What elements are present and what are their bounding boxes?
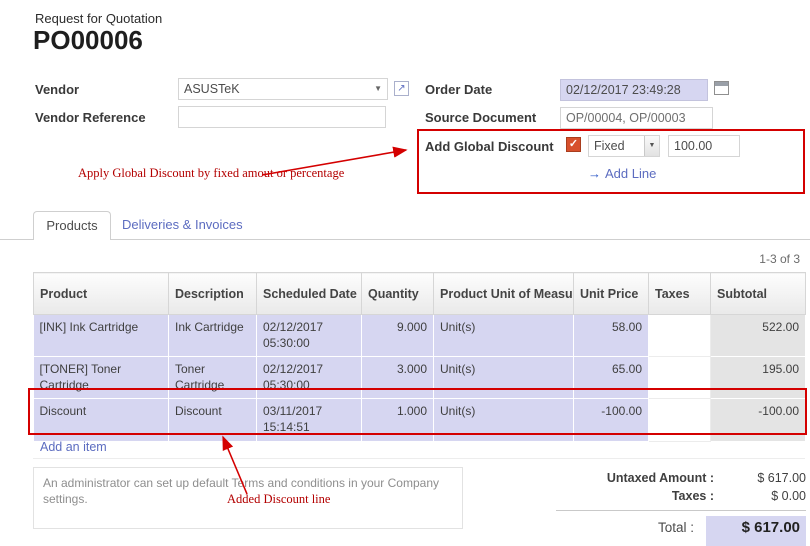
breadcrumb: Request for Quotation	[35, 11, 162, 26]
total-value: $ 617.00	[706, 516, 806, 546]
annotation-note-discount-line: Added Discount line	[227, 492, 330, 507]
tab-deliveries-invoices[interactable]: Deliveries & Invoices	[122, 217, 243, 232]
cell-scheduled-date[interactable]: 02/12/2017 05:30:00	[257, 315, 362, 357]
cell-unit-price[interactable]: 65.00	[574, 357, 649, 399]
untaxed-label: Untaxed Amount :	[556, 471, 726, 485]
col-uom[interactable]: Product Unit of Measure	[434, 273, 574, 315]
totals-panel: Untaxed Amount : $ 617.00 Taxes : $ 0.00…	[556, 471, 806, 546]
cell-taxes[interactable]	[649, 357, 711, 399]
global-discount-checkbox[interactable]	[566, 137, 581, 152]
add-an-item-link[interactable]: Add an item	[33, 436, 805, 459]
cell-scheduled-date[interactable]: 02/12/2017 05:30:00	[257, 357, 362, 399]
vendor-label: Vendor	[35, 82, 79, 97]
cell-unit-price[interactable]: 58.00	[574, 315, 649, 357]
calendar-icon[interactable]	[714, 81, 729, 95]
source-document-input[interactable]: OP/00004, OP/00003	[560, 107, 713, 129]
cell-quantity[interactable]: 1.000	[362, 399, 434, 441]
col-quantity[interactable]: Quantity	[362, 273, 434, 315]
cell-taxes[interactable]	[649, 399, 711, 441]
cell-product[interactable]: [TONER] Toner Cartridge	[34, 357, 169, 399]
cell-description[interactable]: Toner Cartridge	[169, 357, 257, 399]
source-document-label: Source Document	[425, 110, 536, 125]
annotation-note-global-discount: Apply Global Discount by fixed amout or …	[78, 166, 344, 181]
table-row-discount[interactable]: Discount Discount 03/11/2017 15:14:51 1.…	[34, 399, 806, 441]
cell-product[interactable]: Discount	[34, 399, 169, 441]
tabs-divider	[0, 239, 810, 240]
cell-uom[interactable]: Unit(s)	[434, 357, 574, 399]
table-row[interactable]: [INK] Ink Cartridge Ink Cartridge 02/12/…	[34, 315, 806, 357]
cell-unit-price[interactable]: -100.00	[574, 399, 649, 441]
untaxed-value: $ 617.00	[726, 471, 806, 485]
col-subtotal[interactable]: Subtotal	[711, 273, 806, 315]
taxes-value: $ 0.00	[726, 489, 806, 503]
page-title: PO00006	[33, 25, 143, 56]
vendor-value: ASUSTeK	[184, 82, 240, 96]
cell-description[interactable]: Discount	[169, 399, 257, 441]
external-link-icon[interactable]	[394, 81, 409, 96]
total-label: Total :	[556, 520, 706, 535]
col-product[interactable]: Product	[34, 273, 169, 315]
col-scheduled-date[interactable]: Scheduled Date	[257, 273, 362, 315]
vendor-select[interactable]: ASUSTeK ▼	[178, 78, 388, 100]
cell-taxes[interactable]	[649, 315, 711, 357]
table-row[interactable]: [TONER] Toner Cartridge Toner Cartridge …	[34, 357, 806, 399]
taxes-label: Taxes :	[556, 489, 726, 503]
pager: 1-3 of 3	[759, 252, 800, 266]
col-description[interactable]: Description	[169, 273, 257, 315]
cell-scheduled-date[interactable]: 03/11/2017 15:14:51	[257, 399, 362, 441]
global-discount-label: Add Global Discount	[425, 139, 554, 154]
add-line-label: Add Line	[605, 166, 656, 181]
cell-subtotal: -100.00	[711, 399, 806, 441]
discount-type-value: Fixed	[594, 139, 625, 153]
cell-description[interactable]: Ink Cartridge	[169, 315, 257, 357]
totals-divider	[556, 510, 806, 511]
cell-quantity[interactable]: 9.000	[362, 315, 434, 357]
cell-subtotal: 522.00	[711, 315, 806, 357]
cell-uom[interactable]: Unit(s)	[434, 315, 574, 357]
add-line-arrow-icon: →	[588, 166, 601, 181]
order-lines-table: Product Description Scheduled Date Quant…	[33, 272, 806, 442]
chevron-down-icon: ▼	[644, 136, 659, 156]
rfq-page: Request for Quotation PO00006 Vendor ASU…	[0, 0, 810, 546]
vendor-reference-input[interactable]	[178, 106, 386, 128]
taxes-row: Taxes : $ 0.00	[556, 489, 806, 503]
total-row: Total : $ 617.00	[556, 516, 806, 546]
order-date-input[interactable]: 02/12/2017 23:49:28	[560, 79, 708, 101]
order-date-label: Order Date	[425, 82, 492, 97]
cell-quantity[interactable]: 3.000	[362, 357, 434, 399]
untaxed-row: Untaxed Amount : $ 617.00	[556, 471, 806, 485]
vendor-reference-label: Vendor Reference	[35, 110, 146, 125]
discount-type-select[interactable]: Fixed ▼	[588, 135, 660, 157]
chevron-down-icon: ▼	[374, 79, 382, 99]
cell-subtotal: 195.00	[711, 357, 806, 399]
tab-products[interactable]: Products	[33, 211, 111, 240]
cell-uom[interactable]: Unit(s)	[434, 399, 574, 441]
table-header-row: Product Description Scheduled Date Quant…	[34, 273, 806, 315]
cell-product[interactable]: [INK] Ink Cartridge	[34, 315, 169, 357]
discount-amount-input[interactable]: 100.00	[668, 135, 740, 157]
col-taxes[interactable]: Taxes	[649, 273, 711, 315]
add-line-link[interactable]: → Add Line	[588, 166, 656, 181]
col-unit-price[interactable]: Unit Price	[574, 273, 649, 315]
